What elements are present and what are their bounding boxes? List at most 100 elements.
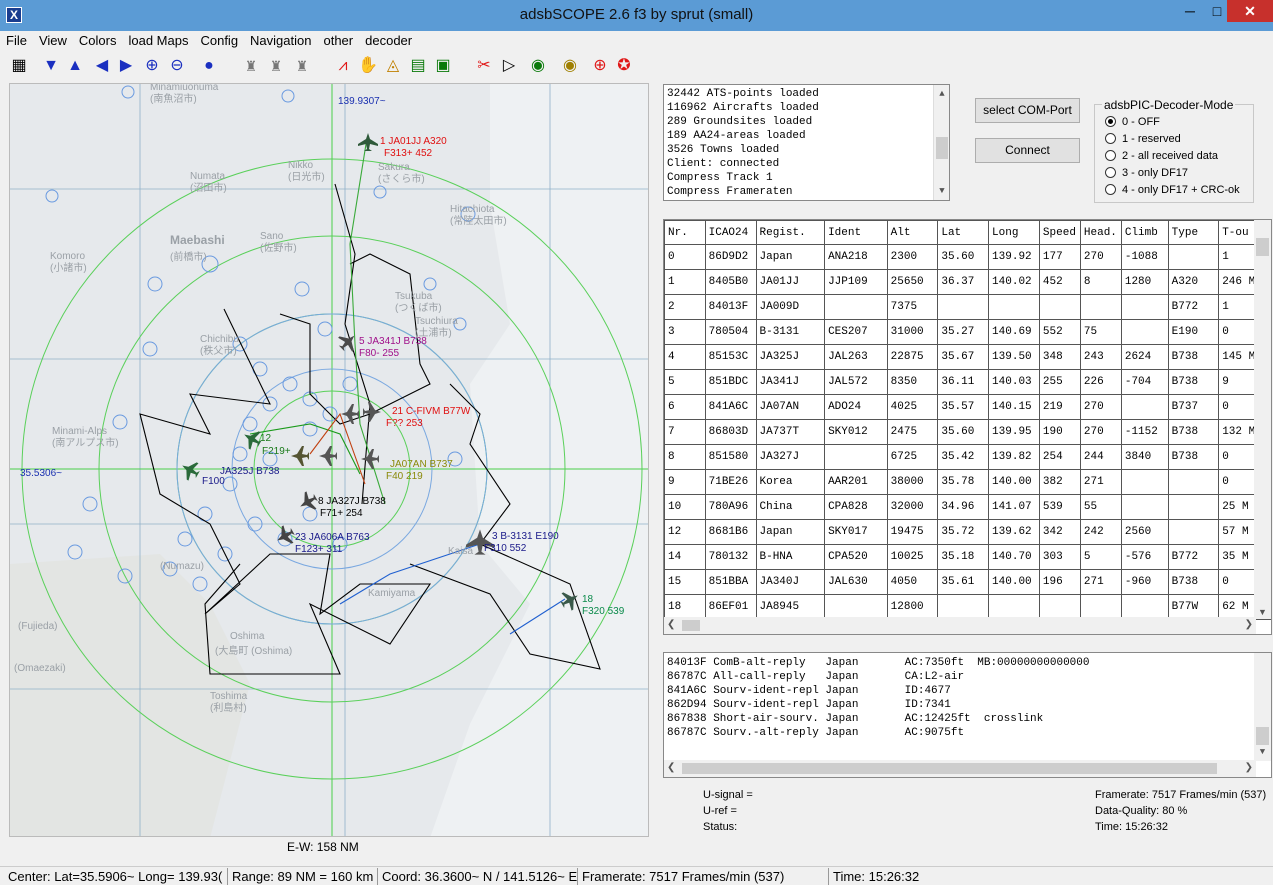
column-header[interactable]: Type [1167, 220, 1220, 245]
table-cell[interactable]: Japan [755, 519, 826, 545]
column-header[interactable]: Climb [1120, 220, 1169, 245]
scroll-thumb[interactable] [682, 763, 1217, 774]
table-cell[interactable]: 35.60 [937, 244, 990, 270]
table-cell[interactable]: 12 [664, 519, 706, 545]
table-cell[interactable] [937, 294, 990, 320]
radar-icon[interactable]: ◬ [382, 55, 404, 77]
table-row[interactable]: 7 86803D JA737T SKY012 2475 35.60 139.95 190 270… [664, 419, 1271, 445]
table-cell[interactable]: E190 [1167, 319, 1220, 345]
table-cell[interactable]: 139.62 [988, 519, 1040, 545]
table-cell[interactable]: 226 [1079, 369, 1122, 395]
table-cell[interactable]: JAL572 [824, 369, 888, 395]
table-cell[interactable]: 140.00 [988, 569, 1040, 595]
table-cell[interactable]: 254 [1038, 444, 1081, 470]
table-cell[interactable] [988, 294, 1040, 320]
arrow-right-icon[interactable]: ▶ [115, 55, 137, 77]
table-cell[interactable]: 25650 [886, 269, 939, 295]
table-cell[interactable]: 86803D [704, 419, 757, 445]
table-cell[interactable]: 8350 [886, 369, 939, 395]
table-cell[interactable]: 85153C [704, 344, 757, 370]
table-cell[interactable] [824, 444, 888, 470]
table-cell[interactable]: 12800 [886, 594, 939, 620]
table-cell[interactable]: 18 [664, 594, 706, 620]
table-cell[interactable]: ANA218 [824, 244, 888, 270]
column-header[interactable]: Ident [824, 220, 888, 245]
table-cell[interactable]: 452 [1038, 269, 1081, 295]
table-cell[interactable]: 780A96 [704, 494, 757, 520]
table-cell[interactable]: B738 [1167, 419, 1220, 445]
table-cell[interactable]: JA737T [755, 419, 826, 445]
table-icon[interactable]: ▦ [8, 55, 30, 77]
table-cell[interactable]: SKY017 [824, 519, 888, 545]
table-cell[interactable]: 8681B6 [704, 519, 757, 545]
radio-selected-icon[interactable] [1105, 116, 1116, 127]
table-row[interactable]: 4 85153C JA325J JAL263 22875 35.67 139.50 348 24… [664, 344, 1271, 370]
table-cell[interactable]: Japan [755, 244, 826, 270]
close-button[interactable]: ✕ [1227, 0, 1273, 22]
table-cell[interactable]: 851580 [704, 444, 757, 470]
table-row[interactable]: 2 84013F JA009D 7375 B772 1 [664, 294, 1271, 320]
scroll-left-icon[interactable]: ❮ [667, 762, 675, 776]
table-cell[interactable]: 382 [1038, 469, 1081, 495]
menu-config[interactable]: Config [194, 31, 244, 50]
target-icon[interactable]: ⊕ [589, 55, 611, 77]
table-cell[interactable] [1079, 294, 1122, 320]
table-cell[interactable]: 71BE26 [704, 469, 757, 495]
table-cell[interactable]: JA8945 [755, 594, 826, 620]
table-cell[interactable]: 55 [1079, 494, 1122, 520]
table-vertical-scrollbar[interactable]: ▼ [1254, 220, 1271, 619]
table-cell[interactable]: 141.07 [988, 494, 1040, 520]
radio-icon[interactable] [1105, 150, 1116, 161]
table-cell[interactable]: 140.15 [988, 394, 1040, 420]
table-cell[interactable]: China [755, 494, 826, 520]
mode-radio-2[interactable]: 2 - all received data [1105, 149, 1218, 163]
play-icon[interactable]: ▷ [498, 55, 520, 77]
table-cell[interactable]: -576 [1120, 544, 1169, 570]
table-cell[interactable]: 35.78 [937, 469, 990, 495]
table-cell[interactable]: 84013F [704, 294, 757, 320]
table-row[interactable]: 15 851BBA JA340J JAL630 4050 35.61 140.00 196 27… [664, 569, 1271, 595]
scroll-thumb[interactable] [1256, 238, 1269, 256]
table-cell[interactable]: 270 [1079, 394, 1122, 420]
radar-map[interactable]: 1 JA01JJ A320 F313+ 452 5 JA341J B738 F8… [9, 83, 649, 837]
table-cell[interactable]: 8 [664, 444, 706, 470]
table-cell[interactable]: CPA520 [824, 544, 888, 570]
table-row[interactable]: 18 86EF01 JA8945 12800 B77W 62 M [664, 594, 1271, 620]
table-cell[interactable]: 342 [1038, 519, 1081, 545]
table-cell[interactable]: B772 [1167, 544, 1220, 570]
table-cell[interactable]: 2560 [1120, 519, 1169, 545]
column-header[interactable]: Nr. [664, 220, 706, 245]
table-cell[interactable]: 2 [664, 294, 706, 320]
table-cell[interactable]: 19475 [886, 519, 939, 545]
tower-icon[interactable]: ♜ [265, 55, 287, 77]
table-cell[interactable]: 5 [664, 369, 706, 395]
menu-view[interactable]: View [33, 31, 73, 50]
table-cell[interactable]: 10025 [886, 544, 939, 570]
scroll-down-icon[interactable]: ▼ [1254, 745, 1271, 759]
table-cell[interactable]: JA01JJ [755, 269, 826, 295]
table-cell[interactable]: JA07AN [755, 394, 826, 420]
table-cell[interactable] [1038, 294, 1081, 320]
table-cell[interactable]: B738 [1167, 369, 1220, 395]
menu-file[interactable]: File [0, 31, 33, 50]
menu-other[interactable]: other [317, 31, 359, 50]
log-scrollbar[interactable]: ▲ ▼ [933, 85, 949, 200]
table-cell[interactable]: 139.50 [988, 344, 1040, 370]
table-cell[interactable]: 244 [1079, 444, 1122, 470]
table-cell[interactable]: -960 [1120, 569, 1169, 595]
table-cell[interactable] [1120, 594, 1169, 620]
table-cell[interactable]: 851BDC [704, 369, 757, 395]
table-cell[interactable]: 4050 [886, 569, 939, 595]
menu-navigation[interactable]: Navigation [244, 31, 317, 50]
table-cell[interactable]: 780132 [704, 544, 757, 570]
table-cell[interactable] [1120, 394, 1169, 420]
table-cell[interactable]: CES207 [824, 319, 888, 345]
table-cell[interactable]: 6725 [886, 444, 939, 470]
aircraft-table[interactable]: Nr. ICAO24 Regist. Ident Alt Lat Long Sp… [663, 219, 1272, 635]
tower-icon[interactable]: ♜ [291, 55, 313, 77]
record-icon[interactable]: ◉ [559, 55, 581, 77]
table-cell[interactable]: 270 [1079, 419, 1122, 445]
table-cell[interactable] [1167, 244, 1220, 270]
table-cell[interactable] [824, 294, 888, 320]
table-cell[interactable]: B738 [1167, 444, 1220, 470]
